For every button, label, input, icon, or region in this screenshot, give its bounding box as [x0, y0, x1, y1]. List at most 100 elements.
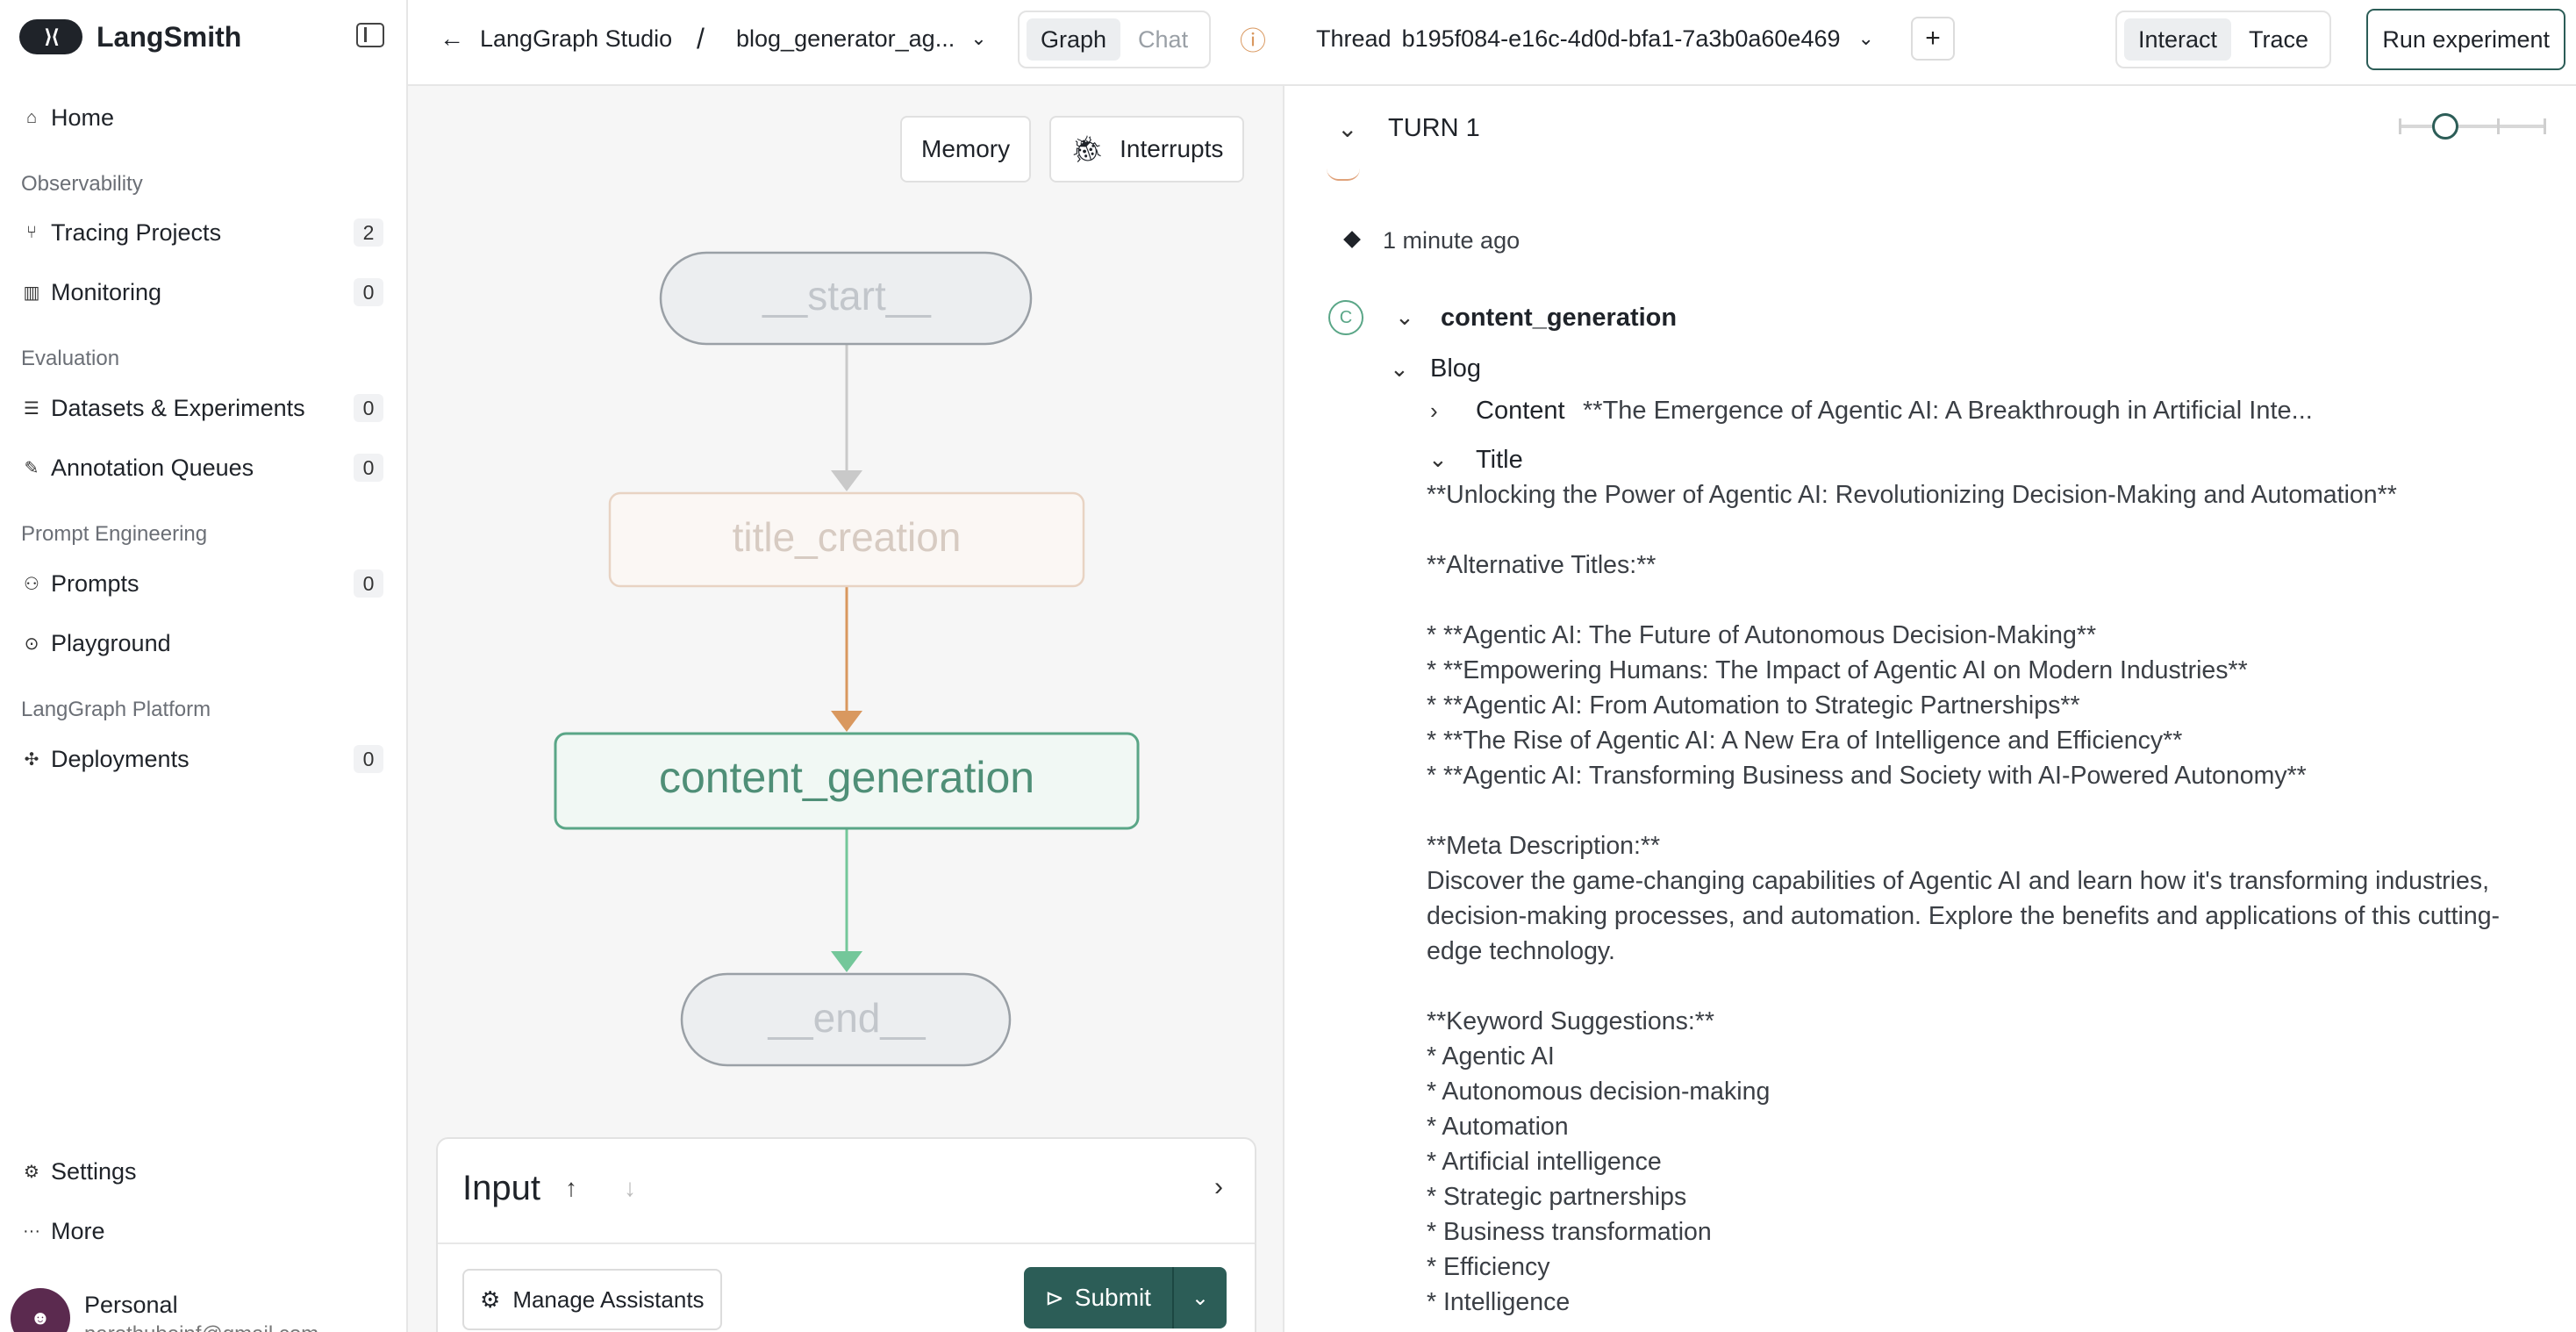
playground-icon: ⊙ — [24, 634, 39, 654]
thread-label: Thread — [1316, 25, 1392, 52]
node-end[interactable]: __end__ — [680, 972, 1012, 1067]
count-badge: 0 — [354, 569, 383, 598]
arrow-left-icon: ← — [440, 25, 464, 52]
turn-slider[interactable] — [2399, 113, 2546, 140]
sidebar-item-label: Deployments — [51, 745, 190, 772]
arrowhead — [831, 470, 862, 491]
chevron-right-icon[interactable]: › — [1430, 397, 1438, 425]
plus-icon: + — [1925, 24, 1941, 53]
content-preview: **The Emergence of Agentic AI: A Breakth… — [1583, 397, 2313, 425]
slider-tick — [2544, 118, 2546, 134]
back-link[interactable]: ← LangGraph Studio — [440, 0, 672, 77]
node-label: title_creation — [733, 514, 962, 560]
sidebar-item-playground[interactable]: ⊙ Playground — [21, 622, 383, 664]
input-panel: Input ↑ ↓ › ⚙ Manage Assistants ⊳ Submit… — [436, 1137, 1256, 1332]
chevron-down-icon[interactable]: ⌄ — [1428, 446, 1448, 473]
slider-knob[interactable] — [2432, 113, 2458, 140]
node-title-creation[interactable]: title_creation — [608, 491, 1085, 588]
node-start[interactable]: __start__ — [659, 251, 1033, 346]
count-badge: 0 — [354, 745, 383, 773]
node-name: content_generation — [1441, 304, 1678, 332]
chevron-down-icon: ⌄ — [1191, 1285, 1209, 1310]
brand-logo[interactable]: ⟩⟨ LangSmith — [19, 19, 241, 54]
tab-chat[interactable]: Chat — [1124, 18, 1202, 61]
blog-label: Blog — [1430, 354, 1482, 383]
turn-header: ⌄ TURN 1 — [1286, 86, 2576, 177]
slider-tick — [2497, 118, 2500, 134]
count-badge: 2 — [354, 218, 383, 247]
new-thread-button[interactable]: + — [1911, 17, 1955, 61]
breadcrumb-separator: / — [697, 22, 705, 54]
section-prompt-engineering: Prompt Engineering — [21, 522, 208, 546]
chevron-down-icon[interactable]: ⌄ — [1395, 304, 1414, 331]
chevron-right-icon[interactable]: › — [1214, 1172, 1223, 1202]
tab-interact[interactable]: Interact — [2124, 18, 2232, 61]
node-label: __start__ — [762, 273, 932, 319]
arrow-up-icon[interactable]: ↑ — [565, 1174, 577, 1202]
chevron-down-icon: ⌄ — [970, 27, 987, 49]
graph-name: blog_generator_ag... — [736, 25, 955, 52]
graph-pane: Memory 🐞︎ Interrupts __start__ title_cre… — [408, 86, 1284, 1332]
sidebar-item-label: Prompts — [51, 569, 140, 597]
submit-group: ⊳ Submit ⌄ — [1024, 1267, 1227, 1328]
sidebar-toggle-icon[interactable] — [356, 23, 384, 47]
sidebar-item-prompts[interactable]: ⚇ Prompts 0 — [21, 562, 383, 605]
monitoring-icon: ▥ — [23, 283, 40, 303]
submit-button[interactable]: ⊳ Submit — [1024, 1267, 1172, 1328]
sidebar-item-label: Settings — [51, 1157, 137, 1185]
turn-label: TURN 1 — [1388, 114, 1480, 142]
sidebar-item-datasets[interactable]: ☰ Datasets & Experiments 0 — [21, 387, 383, 429]
manage-assistants-button[interactable]: ⚙ Manage Assistants — [462, 1269, 722, 1330]
thread-selector[interactable]: Thread b195f084-e16c-4d0d-bfa1-7a3b0a60e… — [1316, 0, 1874, 77]
sidebar-item-label: Playground — [51, 629, 171, 656]
arrowhead — [831, 951, 862, 972]
brand-name: LangSmith — [97, 20, 242, 53]
graph-canvas: __start__ title_creation content_generat… — [554, 251, 1140, 1067]
chevron-down-icon[interactable]: ⌄ — [1390, 355, 1409, 383]
node-label: content_generation — [659, 753, 1034, 802]
graph-selector[interactable]: blog_generator_ag... ⌄ — [736, 0, 987, 77]
diamond-icon — [1343, 231, 1361, 248]
play-icon: ⊳ — [1045, 1284, 1064, 1311]
langsmith-logo-icon: ⟩⟨ — [19, 19, 82, 54]
node-label: __end__ — [767, 995, 926, 1041]
sidebar-item-deployments[interactable]: ✣ Deployments 0 — [21, 738, 383, 780]
user-menu[interactable]: ☻ Personal narothubeinf@gmail.com — [11, 1288, 318, 1332]
info-icon[interactable]: ⓘ — [1240, 0, 1266, 77]
sidebar-item-monitoring[interactable]: ▥ Monitoring 0 — [21, 271, 383, 313]
chevron-down-icon[interactable]: ⌄ — [1337, 114, 1357, 143]
tab-graph[interactable]: Graph — [1027, 18, 1121, 61]
node-content-generation[interactable]: content_generation — [554, 732, 1140, 830]
user-email: narothubeinf@gmail.com — [84, 1322, 318, 1332]
back-label: LangGraph Studio — [480, 25, 673, 52]
timestamp: 1 minute ago — [1383, 227, 1521, 254]
sidebar-item-label: Datasets & Experiments — [51, 394, 305, 421]
sidebar-item-label: Home — [51, 104, 115, 131]
sidebar-item-annotation-queues[interactable]: ✎ Annotation Queues 0 — [21, 447, 383, 489]
sidebar-item-more[interactable]: ··· More — [21, 1210, 383, 1252]
tracing-icon: ⑂ — [26, 222, 37, 242]
submit-label: Submit — [1074, 1284, 1151, 1311]
workspace-name: Personal — [84, 1292, 178, 1318]
count-badge: 0 — [354, 394, 383, 422]
top-bar: ← LangGraph Studio / blog_generator_ag..… — [408, 0, 2576, 86]
thread-id: b195f084-e16c-4d0d-bfa1-7a3b0a60e469 — [1401, 25, 1841, 52]
sidebar-item-label: Tracing Projects — [51, 218, 222, 246]
section-observability: Observability — [21, 172, 143, 196]
sidebar-item-home[interactable]: ⌂ Home — [21, 97, 383, 139]
mode-toggle: Interact Trace — [2115, 11, 2332, 68]
sidebar-item-label: More — [51, 1217, 105, 1244]
section-langgraph-platform: LangGraph Platform — [21, 698, 211, 721]
sidebar-item-tracing-projects[interactable]: ⑂ Tracing Projects 2 — [21, 211, 383, 254]
tab-trace[interactable]: Trace — [2235, 18, 2322, 61]
run-experiment-button[interactable]: Run experiment — [2366, 9, 2565, 70]
sidebar-item-settings[interactable]: ⚙ Settings — [21, 1150, 383, 1192]
arrowhead — [831, 711, 862, 732]
sidebar-item-label: Monitoring — [51, 278, 162, 305]
gear-icon: ⚙ — [24, 1162, 39, 1182]
submit-options-button[interactable]: ⌄ — [1171, 1267, 1227, 1328]
home-icon: ⌂ — [25, 107, 38, 127]
arrow-down-icon[interactable]: ↓ — [624, 1174, 636, 1202]
count-badge: 0 — [354, 454, 383, 482]
manage-label: Manage Assistants — [512, 1285, 705, 1313]
